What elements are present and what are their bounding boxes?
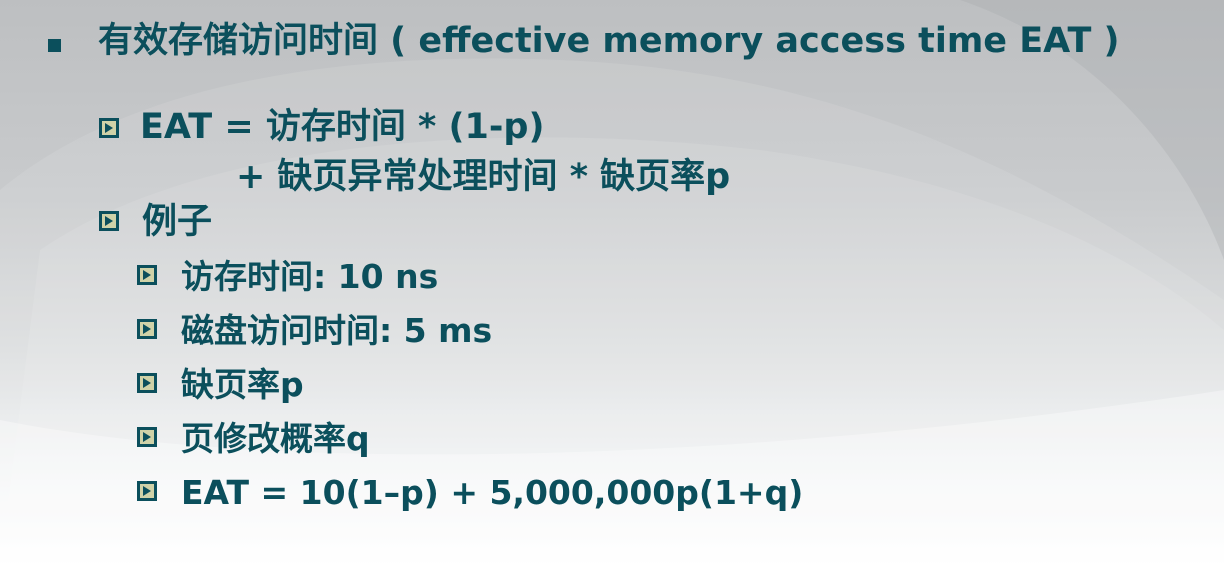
example-item-eat-result: EAT = 10(1–p) + 5,000,000p(1+q) [181,473,804,512]
example-item-disk-access: 磁盘访问时间: 5 ms [181,311,493,350]
arrow-box-bullet-icon [137,265,157,285]
arrow-box-bullet-icon [99,118,119,138]
slide-title: 有效存储访问时间 ( effective memory access time … [98,21,1120,61]
square-bullet-icon [48,39,61,52]
eat-formula-line1: EAT = 访存时间 * (1-p) [140,107,545,147]
example-item-dirty-probability: 页修改概率q [181,419,370,458]
arrow-box-bullet-icon [137,481,157,501]
arrow-box-bullet-icon [137,373,157,393]
arrow-box-bullet-icon [137,427,157,447]
arrow-box-bullet-icon [137,319,157,339]
slide: 有效存储访问时间 ( effective memory access time … [0,0,1224,565]
arrow-box-bullet-icon [99,211,119,231]
example-item-fault-rate: 缺页率p [181,365,304,404]
example-heading: 例子 [142,202,213,242]
example-item-memory-access: 访存时间: 10 ns [181,257,439,296]
eat-formula-line2: + 缺页异常处理时间 * 缺页率p [236,157,731,197]
